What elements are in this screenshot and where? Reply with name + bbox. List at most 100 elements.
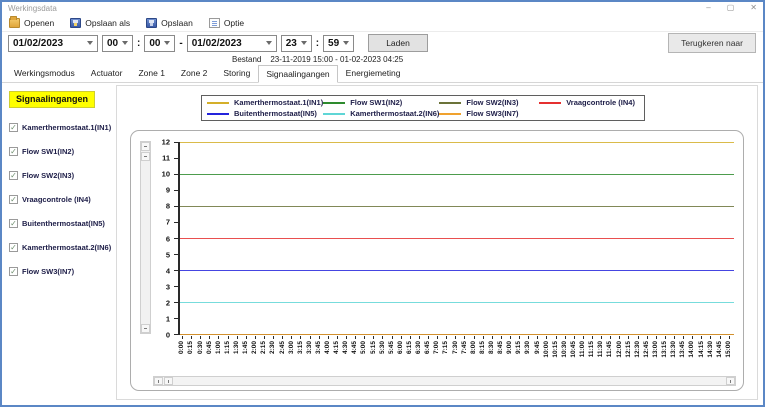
tab-energiemeting[interactable]: Energiemeting [338,64,409,82]
signal-item-vraagcontrole-in4[interactable]: ✓Vraagcontrole (IN4) [9,195,116,204]
v-scroll-down-button[interactable] [141,324,150,333]
x-tick-cell: 8:15 [479,336,488,373]
end-hour-select[interactable]: 23 [281,35,312,52]
signal-item-flow-sw1-in2[interactable]: ✓ Flow SW1(IN2) [9,147,116,156]
y-tick-mark [174,174,178,175]
minimize-button[interactable]: – [706,3,710,13]
signal-item-flow-sw3-in7[interactable]: ✓Flow SW3(IN7) [9,267,116,276]
x-tick-cell: 13:15 [661,336,670,373]
time-separator: : [137,38,140,49]
signal-item-flow-sw2-in3[interactable]: ✓Flow SW2(IN3) [9,171,116,180]
x-tick-label: 14:15 [699,341,706,358]
start-minute-select[interactable]: 00 [144,35,175,52]
x-tick-mark [401,336,402,339]
x-tick-mark [556,336,557,339]
terugkeren-button[interactable]: Terugkeren naar [668,33,756,53]
v-zoom-out-button[interactable] [141,152,150,161]
x-tick-mark [628,336,629,339]
x-tick-cell: 14:45 [715,336,724,373]
x-tick-label: 5:45 [389,341,396,354]
legend-series-name: Kamerthermostaat.2(IN6) [350,109,439,118]
x-tick-label: 4:45 [352,341,359,354]
x-tick-mark [300,336,301,339]
vertical-scrollbar[interactable] [140,141,151,334]
checkbox-icon[interactable]: ✓ [9,267,18,276]
checkbox-icon[interactable]: ✓ [9,195,18,204]
x-tick-cell: 8:45 [497,336,506,373]
x-tick-label: 9:00 [507,341,514,354]
x-tick-mark [492,336,493,339]
x-tick-cell: 5:00 [360,336,369,373]
x-tick-label: 6:00 [398,341,405,354]
x-tick-cell: 9:30 [524,336,533,373]
tab-actuator[interactable]: Actuator [83,64,131,82]
x-tick-cell: 7:00 [433,336,442,373]
end-minute-select[interactable]: 59 [323,35,354,52]
chevron-down-icon [164,41,170,45]
h-scroll-right-button[interactable] [726,377,735,385]
x-tick-label: 0:15 [188,341,195,354]
x-tick-mark [228,336,229,339]
x-tick-cell: 2:30 [269,336,278,373]
tab-storing[interactable]: Storing [215,64,258,82]
close-button[interactable]: ✕ [750,3,757,13]
chevron-down-icon [87,41,93,45]
x-tick-label: 5:00 [361,341,368,354]
x-tick-label: 0:45 [207,341,214,354]
x-tick-label: 3:00 [289,341,296,354]
h-scroll-left-button[interactable] [164,377,173,385]
checkbox-icon[interactable]: ✓ [9,147,18,156]
x-tick-label: 2:30 [270,341,277,354]
x-tick-cell: 4:15 [333,336,342,373]
x-tick-cell: 12:30 [633,336,642,373]
x-tick-mark [464,336,465,339]
end-date-select[interactable]: 01/02/2023 [187,35,277,52]
start-date-select[interactable]: 01/02/2023 [8,35,98,52]
legend-item-vraagcontrole-in4: Vraagcontrole (IN4) [539,98,639,107]
x-tick-label: 3:30 [307,341,314,354]
horizontal-scrollbar[interactable] [153,376,736,386]
signal-item-buitenthermostaat-in5[interactable]: ✓Buitenthermostaat(IN5) [9,219,116,228]
chevron-down-icon [266,41,272,45]
x-axis: 0:000:150:300:451:001:151:301:452:002:15… [178,336,734,373]
x-tick-mark [546,336,547,339]
h-zoom-button[interactable] [154,377,163,385]
signal-label: Flow SW1(IN2) [22,147,74,156]
maximize-button[interactable]: ▢ [727,3,735,13]
tab-zone-1[interactable]: Zone 1 [130,64,172,82]
x-tick-mark [656,336,657,339]
y-tick-mark [174,334,178,335]
tab-werkingsmodus[interactable]: Werkingsmodus [6,64,83,82]
opslaan-button[interactable]: Opslaan [146,18,193,28]
x-tick-cell: 10:45 [570,336,579,373]
x-tick-cell: 0:45 [205,336,214,373]
signal-item-kamerthermostaat-2-in6[interactable]: ✓Kamerthermostaat.2(IN6) [9,243,116,252]
start-date-value: 01/02/2023 [13,38,63,49]
checkbox-icon[interactable]: ✓ [9,123,18,132]
x-tick-label: 8:00 [471,341,478,354]
y-tick-label: 3 [166,282,170,291]
v-zoom-in-button[interactable] [141,142,150,151]
x-tick-mark [419,336,420,339]
x-tick-label: 2:15 [261,341,268,354]
optie-button[interactable]: Optie [209,18,244,28]
x-tick-cell: 4:45 [351,336,360,373]
x-tick-label: 1:15 [225,341,232,354]
x-tick-cell: 4:00 [324,336,333,373]
opslaan-als-button[interactable]: Opslaan als [70,18,130,28]
checkbox-icon[interactable]: ✓ [9,171,18,180]
chevron-down-icon [301,41,307,45]
checkbox-icon[interactable]: ✓ [9,219,18,228]
tab-zone-2[interactable]: Zone 2 [173,64,215,82]
signal-item-kamerthermostaat-1-in1[interactable]: ✓Kamerthermostaat.1(IN1) [9,123,116,132]
laden-button[interactable]: Laden [368,34,428,52]
tab-signaalingangen[interactable]: Signaalingangen [258,65,337,83]
plot-area [178,142,734,335]
x-tick-mark [674,336,675,339]
checkbox-icon[interactable]: ✓ [9,243,18,252]
x-tick-mark [729,336,730,339]
start-hour-select[interactable]: 00 [102,35,133,52]
openen-button[interactable]: Openen [9,18,54,28]
x-tick-label: 14:00 [689,341,696,358]
x-tick-label: 6:30 [416,341,423,354]
